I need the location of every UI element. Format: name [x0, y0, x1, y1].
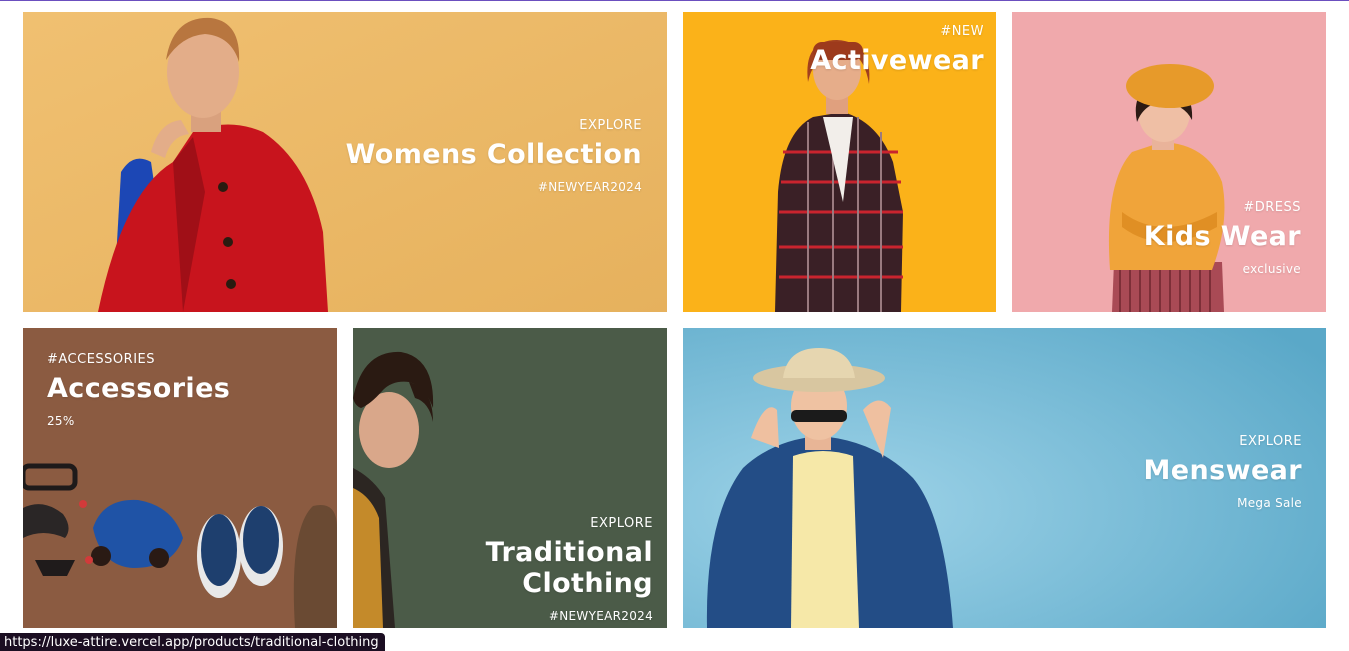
window-top-border	[0, 0, 1349, 1]
traditional-kicker: EXPLORE	[590, 516, 653, 531]
accessories-kicker: #ACCESSORIES	[47, 352, 155, 367]
kids-caption: #DRESS Kids Wear exclusive	[1144, 200, 1301, 276]
womens-caption: EXPLORE Womens Collection #NEWYEAR2024	[346, 118, 642, 194]
accessories-title: Accessories	[47, 373, 231, 404]
womens-kicker: EXPLORE	[579, 118, 642, 133]
category-card-menswear[interactable]: EXPLORE Menswear Mega Sale	[683, 328, 1326, 628]
traditional-title: Traditional Clothing	[485, 537, 653, 600]
accessories-caption: #ACCESSORIES Accessories 25%	[47, 352, 230, 428]
menswear-caption: EXPLORE Menswear Mega Sale	[1144, 434, 1302, 510]
traditional-caption: EXPLORE Traditional Clothing #NEWYEAR202…	[353, 516, 653, 623]
category-card-womens[interactable]: EXPLORE Womens Collection #NEWYEAR2024	[23, 12, 667, 312]
category-card-activewear[interactable]: #NEW Activewear	[683, 12, 996, 312]
traditional-note: #NEWYEAR2024	[548, 609, 653, 624]
kids-kicker: #DRESS	[1243, 200, 1301, 215]
menswear-title: Menswear	[1143, 455, 1302, 486]
category-card-accessories[interactable]: #ACCESSORIES Accessories 25%	[23, 328, 337, 628]
category-card-kids-wear[interactable]: #DRESS Kids Wear exclusive	[1012, 12, 1326, 312]
menswear-kicker: EXPLORE	[1239, 434, 1302, 449]
accessories-note: 25%	[47, 414, 75, 429]
menswear-note: Mega Sale	[1237, 496, 1302, 511]
womens-note: #NEWYEAR2024	[537, 180, 642, 195]
category-card-traditional-clothing[interactable]: EXPLORE Traditional Clothing #NEWYEAR202…	[353, 328, 667, 628]
kids-title: Kids Wear	[1143, 221, 1301, 252]
activewear-kicker: #NEW	[940, 24, 984, 39]
womens-title: Womens Collection	[345, 139, 642, 170]
activewear-caption: #NEW Activewear	[810, 24, 984, 86]
activewear-title: Activewear	[810, 45, 984, 76]
link-preview-status-bar: https://luxe-attire.vercel.app/products/…	[0, 633, 385, 651]
kids-note: exclusive	[1242, 262, 1301, 277]
